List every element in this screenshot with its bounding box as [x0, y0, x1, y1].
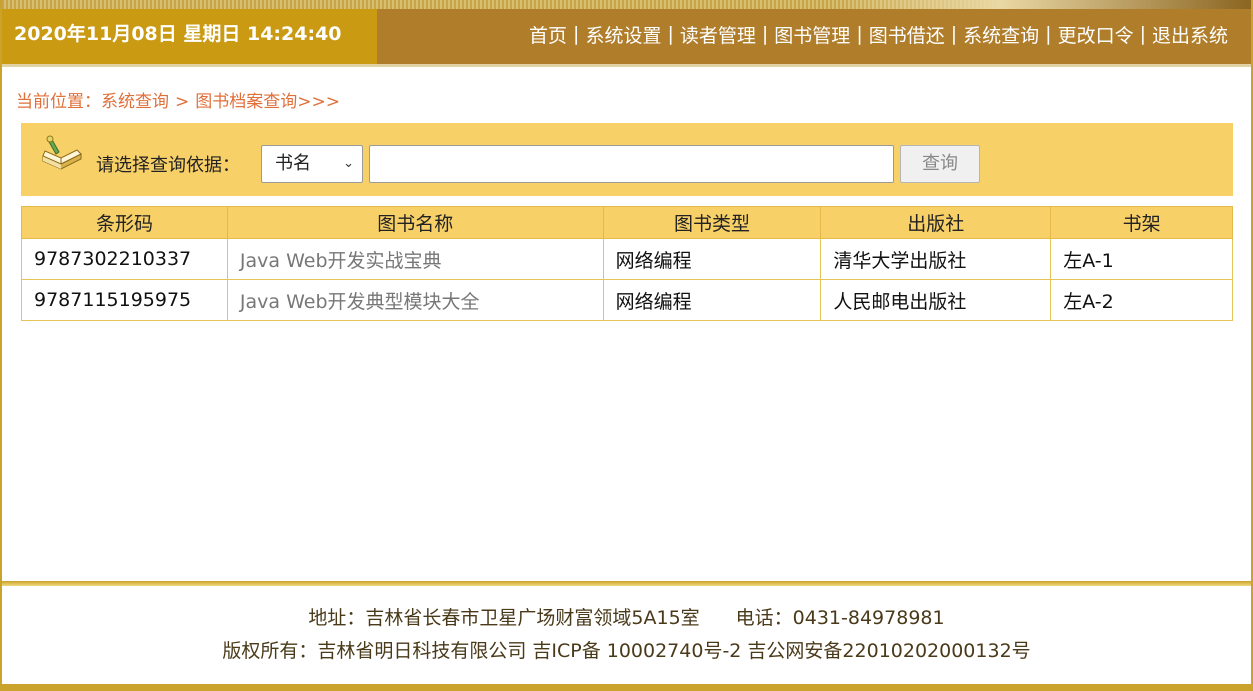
page-frame — [0, 0, 1253, 691]
